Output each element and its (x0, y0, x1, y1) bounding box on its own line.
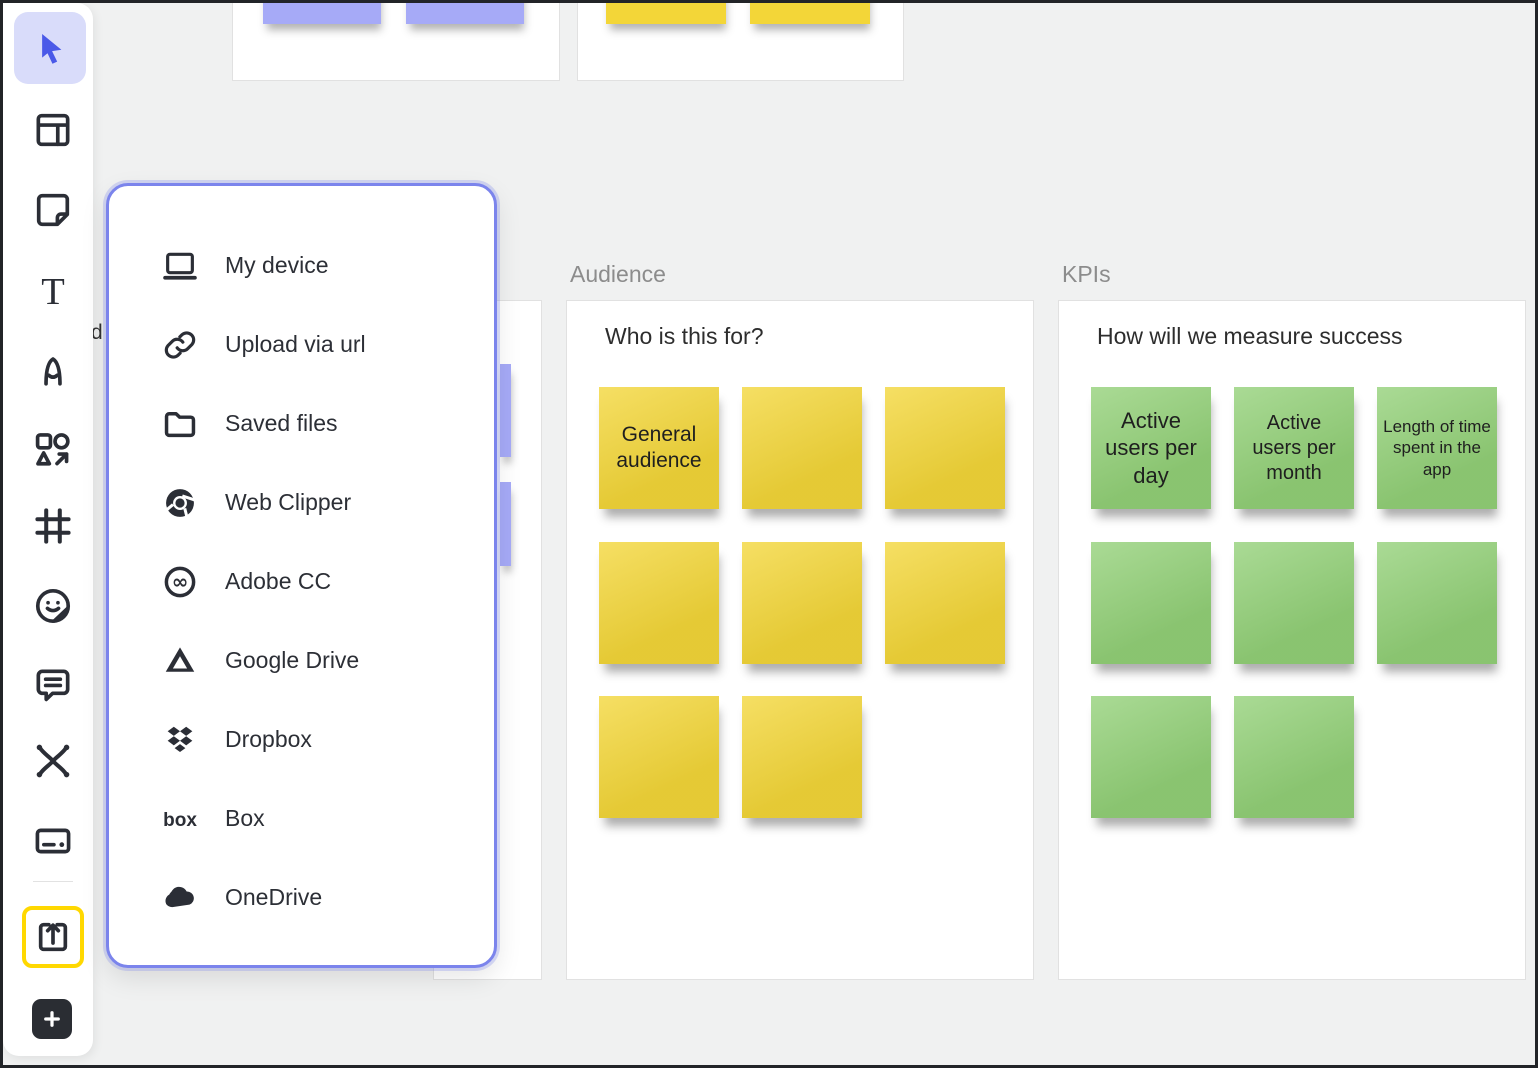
tool-upload[interactable] (22, 906, 84, 968)
sticky-note[interactable] (1234, 696, 1354, 818)
menu-item-label: My device (225, 252, 329, 279)
svg-text:T: T (41, 271, 65, 312)
tool-pen[interactable] (31, 348, 75, 392)
google-drive-icon (159, 642, 201, 680)
frame-label-kpis[interactable]: KPIs (1062, 261, 1111, 288)
toolbar: T (3, 3, 93, 1056)
frame-label-audience[interactable]: Audience (570, 261, 666, 288)
tool-templates[interactable] (31, 108, 75, 152)
shapes-icon (31, 428, 75, 472)
sticky-note[interactable] (742, 542, 862, 664)
sticky-note[interactable] (742, 696, 862, 818)
folder-icon (159, 405, 201, 443)
sticky-note[interactable]: General audience (599, 387, 719, 509)
tool-text[interactable]: T (31, 268, 75, 312)
box-icon: box (159, 800, 201, 838)
tool-sticky-note[interactable] (31, 188, 75, 232)
sticky-note[interactable] (1091, 542, 1211, 664)
toolbar-divider (33, 881, 73, 882)
tool-comment[interactable] (31, 664, 75, 708)
sticky-note[interactable] (742, 387, 862, 509)
sticky-note[interactable] (500, 482, 511, 566)
card-icon (31, 819, 75, 863)
menu-item-box[interactable]: box Box (109, 779, 494, 858)
tool-card[interactable] (31, 819, 75, 863)
connector-icon (31, 739, 75, 783)
sticky-note-icon (31, 188, 75, 232)
svg-text:∞: ∞ (172, 570, 188, 593)
upload-icon (33, 917, 73, 957)
sticky-note[interactable] (1234, 542, 1354, 664)
menu-item-adobe-cc[interactable]: ∞ Adobe CC (109, 542, 494, 621)
menu-item-dropbox[interactable]: Dropbox (109, 700, 494, 779)
menu-item-label: Google Drive (225, 647, 359, 674)
sticky-note[interactable]: Active users per month (1234, 387, 1354, 509)
sticky-note[interactable]: Active users per day (1091, 387, 1211, 509)
audience-heading[interactable]: Who is this for? (605, 323, 764, 350)
menu-item-my-device[interactable]: My device (109, 226, 494, 305)
comment-icon (31, 664, 75, 708)
dropbox-icon (159, 721, 201, 759)
sticky-note[interactable] (406, 0, 524, 24)
tool-connector[interactable] (31, 739, 75, 783)
onedrive-icon (159, 879, 201, 917)
upload-menu: My device Upload via url Saved files (106, 183, 497, 968)
sticky-note[interactable] (1377, 542, 1497, 664)
menu-item-label: Upload via url (225, 331, 366, 358)
menu-item-label: OneDrive (225, 884, 322, 911)
cursor-icon (29, 27, 71, 69)
sticky-note[interactable] (599, 696, 719, 818)
menu-item-label: Web Clipper (225, 489, 351, 516)
adobe-cc-icon: ∞ (159, 563, 201, 601)
svg-text:box: box (163, 810, 197, 831)
tool-shapes[interactable] (31, 428, 75, 472)
sticky-note[interactable] (885, 387, 1005, 509)
tool-select[interactable] (14, 12, 86, 84)
top-right-frame[interactable] (577, 0, 904, 81)
top-left-frame[interactable] (232, 0, 560, 81)
menu-item-web-clipper[interactable]: Web Clipper (109, 463, 494, 542)
sticker-icon (31, 584, 75, 628)
pen-icon (31, 348, 75, 392)
tool-frame[interactable] (31, 504, 75, 548)
sticky-note[interactable] (750, 0, 870, 24)
sticky-note[interactable] (606, 0, 726, 24)
menu-item-label: Adobe CC (225, 568, 331, 595)
menu-item-label: Saved files (225, 410, 338, 437)
sticky-note[interactable] (599, 542, 719, 664)
sticky-note[interactable] (500, 364, 511, 457)
menu-item-label: Dropbox (225, 726, 312, 753)
menu-item-upload-via-url[interactable]: Upload via url (109, 305, 494, 384)
tool-add[interactable] (32, 999, 72, 1039)
sticky-note[interactable] (263, 0, 381, 24)
sticky-note[interactable]: Length of time spent in the app (1377, 387, 1497, 509)
audience-frame[interactable]: Who is this for? General audience (566, 300, 1034, 980)
menu-item-label: Box (225, 805, 265, 832)
chrome-icon (159, 484, 201, 522)
menu-item-onedrive[interactable]: OneDrive (109, 858, 494, 937)
laptop-icon (159, 247, 201, 285)
kpis-frame[interactable]: How will we measure success Active users… (1058, 300, 1526, 980)
sticky-note[interactable] (1091, 696, 1211, 818)
plus-icon (37, 1004, 67, 1034)
kpis-heading[interactable]: How will we measure success (1097, 323, 1402, 350)
whiteboard-app: d Audience Who is this for? General audi… (0, 0, 1538, 1068)
frame-icon (31, 504, 75, 548)
templates-icon (31, 108, 75, 152)
tool-sticker[interactable] (31, 584, 75, 628)
sticky-note[interactable] (885, 542, 1005, 664)
menu-item-saved-files[interactable]: Saved files (109, 384, 494, 463)
menu-item-google-drive[interactable]: Google Drive (109, 621, 494, 700)
link-icon (159, 326, 201, 364)
text-icon: T (31, 268, 75, 312)
